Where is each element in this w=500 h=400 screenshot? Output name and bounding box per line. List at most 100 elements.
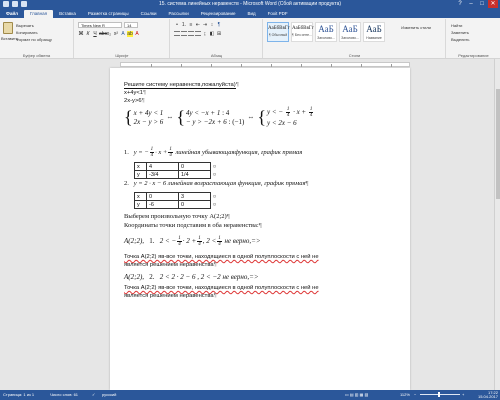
ruler-tick <box>241 64 242 67</box>
line-spacing-icon[interactable]: ↨ <box>202 31 208 37</box>
style-name: ¶ Обычный <box>268 33 288 37</box>
conclusion-1-line-a: Точка A(2;2) яв-все точки, находящиеся в… <box>124 254 319 260</box>
strikethrough-icon[interactable]: abc <box>99 31 107 37</box>
editing-group: Найти Заменить Выделить Редактирование <box>447 19 500 58</box>
undo-icon[interactable] <box>12 1 18 7</box>
subscript-icon[interactable]: x₂ <box>106 31 112 37</box>
ruler-tick <box>271 64 272 67</box>
bold-icon[interactable]: Ж <box>78 31 84 37</box>
font-format-row: Ж К Ч abc x₂ x² A ab A <box>78 31 140 37</box>
table-cell: 0 <box>178 162 211 171</box>
font-color-icon[interactable]: A <box>134 31 140 37</box>
style-title-tile[interactable]: АаБ Название <box>363 22 385 42</box>
system2-eq-a: 4y < −x + 1 <box>185 108 221 117</box>
vertical-scrollbar[interactable] <box>494 59 500 390</box>
sort-icon[interactable]: ↕ <box>209 22 215 28</box>
increase-indent-icon[interactable]: ⇥ <box>202 22 208 28</box>
style-heading2-tile[interactable]: АаБ Заголово... <box>339 22 361 42</box>
shading-icon[interactable]: ◧ <box>209 31 215 37</box>
line1-text: x+4y<1 <box>124 90 144 96</box>
document-page[interactable]: Решите систему неравенств,пожалуйста)¶ x… <box>110 68 410 390</box>
styles-group: АаБбВвГг ¶ Обычный АаБбВвГг ¶ Без инте..… <box>264 19 446 58</box>
copy-button[interactable]: Копировать <box>16 30 38 35</box>
system-original: { x + 4y < 1 2x − y > 6 ⇔ { 4y < −x + 1 … <box>124 107 314 127</box>
zoom-out-icon[interactable]: − <box>414 392 416 397</box>
view-buttons[interactable]: ▭ ▤ ▥ ▦ ▧ <box>345 392 368 397</box>
tab-file[interactable]: Файл <box>0 10 24 18</box>
format-painter-button[interactable]: Формат по образцу <box>16 37 52 42</box>
horizontal-ruler[interactable] <box>120 62 410 67</box>
style-sample: АаБ <box>318 24 334 34</box>
paste-icon[interactable] <box>3 22 13 34</box>
window-title: 15. система линейных неравенств - Micros… <box>158 1 342 7</box>
italic-icon[interactable]: К <box>85 31 91 37</box>
align-center-icon[interactable] <box>181 31 187 37</box>
clipboard-group: Вставить Вырезать Копировать Формат по о… <box>0 19 74 58</box>
tab-insert[interactable]: Вставка <box>53 10 82 18</box>
function-1-line: 1. y = −1 4 · x +1 4 линейная убывающаяфунк… <box>124 147 302 158</box>
values-table-1: x 4 0 ¤ y -3/4 1/4 ¤ <box>134 162 219 179</box>
tab-view[interactable]: Вид <box>241 10 261 18</box>
tab-references[interactable]: Ссылки <box>135 10 163 18</box>
frac-den: 4 <box>198 242 201 247</box>
justify-icon[interactable] <box>195 31 201 37</box>
tab-page-layout[interactable]: Разметка страницы <box>82 10 135 18</box>
align-left-icon[interactable] <box>174 31 180 37</box>
check1-tail-b: не верно,=> <box>224 237 261 246</box>
minimize-icon[interactable]: – <box>466 0 476 8</box>
select-button[interactable]: Выделить <box>451 37 469 42</box>
ruler-tick <box>301 64 302 67</box>
zoom-level[interactable]: 112% <box>400 392 410 397</box>
tab-home[interactable]: Главная <box>23 10 54 18</box>
editing-group-label: Редактирование <box>458 53 489 58</box>
find-button[interactable]: Найти <box>451 23 462 28</box>
zoom-slider-knob[interactable] <box>438 392 440 397</box>
borders-icon[interactable]: ⊞ <box>216 31 222 37</box>
zoom-slider[interactable] <box>420 394 460 395</box>
system3-a-mid: · x + <box>293 108 307 117</box>
table-cell: y <box>134 170 147 179</box>
scrollbar-thumb[interactable] <box>496 89 500 199</box>
show-marks-icon[interactable]: ¶ <box>216 22 222 28</box>
save-icon[interactable] <box>3 1 9 7</box>
table-row: x 4 0 ¤ <box>134 162 219 171</box>
bullets-icon[interactable]: • <box>174 22 180 28</box>
underline-icon[interactable]: Ч <box>92 31 98 37</box>
cut-button[interactable]: Вырезать <box>16 23 34 28</box>
numbering-icon[interactable]: 1. <box>181 22 187 28</box>
zoom-in-icon[interactable]: + <box>462 392 464 397</box>
style-no-spacing-tile[interactable]: АаБбВвГг ¶ Без инте... <box>291 22 314 42</box>
table-cell: 0 <box>178 200 211 209</box>
frac-den: 4 <box>150 153 154 158</box>
tab-review[interactable]: Рецензирование <box>195 10 242 18</box>
check1-number: 1. <box>149 237 155 246</box>
check1-mid: · 2 + <box>182 237 197 246</box>
language-indicator[interactable]: русский <box>102 392 116 397</box>
style-heading1-tile[interactable]: АаБ Заголово... <box>315 22 337 42</box>
proofing-icon[interactable]: ✓ <box>92 392 95 397</box>
font-size-select[interactable]: 14 <box>124 22 138 28</box>
maximize-icon[interactable]: □ <box>477 0 487 8</box>
tab-mailings[interactable]: Рассылки <box>163 10 195 18</box>
style-normal-tile[interactable]: АаБбВвГг ¶ Обычный <box>267 22 290 42</box>
system3-a-lhs: y < − <box>267 108 284 117</box>
table-row: x 0 3 ¤ <box>134 192 219 201</box>
decrease-indent-icon[interactable]: ⇤ <box>195 22 201 28</box>
redo-icon[interactable] <box>21 1 27 7</box>
close-icon[interactable]: ✕ <box>488 0 498 8</box>
multilevel-list-icon[interactable]: ≡ <box>188 22 194 28</box>
replace-button[interactable]: Заменить <box>451 30 469 35</box>
text-effects-icon[interactable]: A <box>120 31 126 37</box>
page-count[interactable]: Страница: 1 из 1 <box>3 392 34 397</box>
help-icon[interactable]: ? <box>455 0 465 8</box>
align-right-icon[interactable] <box>188 31 194 37</box>
check1-point: A(2;2), <box>124 237 145 246</box>
change-styles-button[interactable]: Изменить стили <box>392 25 440 30</box>
superscript-icon[interactable]: x² <box>113 31 119 37</box>
tab-foxit-pdf[interactable]: Foxit PDF <box>262 10 294 18</box>
item2-number: 2. <box>124 180 129 187</box>
highlight-icon[interactable]: ab <box>127 31 133 37</box>
quick-access-toolbar <box>3 1 27 7</box>
word-count[interactable]: Число слов: 61 <box>50 392 78 397</box>
font-name-select[interactable]: Times New R <box>78 22 122 28</box>
